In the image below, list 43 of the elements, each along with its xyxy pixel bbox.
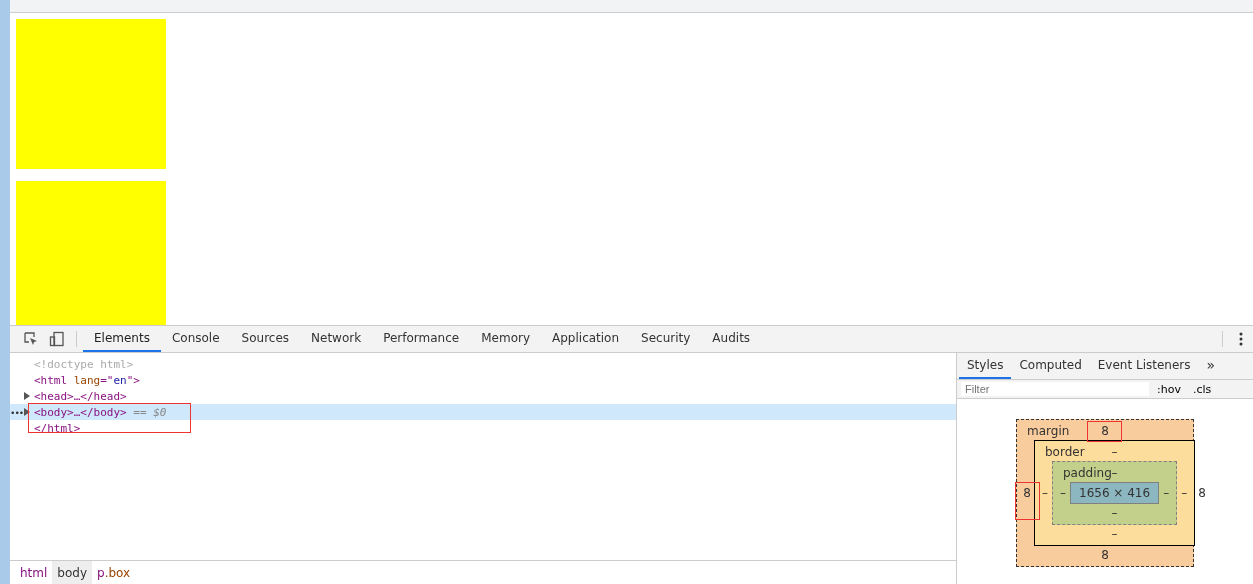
breadcrumb[interactable]: body xyxy=(52,561,93,584)
box-value: 8 xyxy=(1022,486,1032,500)
highlight-box xyxy=(1015,482,1040,520)
filter-field[interactable]: Filter xyxy=(961,382,1149,396)
box-label: border xyxy=(1045,445,1085,459)
box-value: – xyxy=(1180,486,1189,500)
dom-line[interactable]: </html> xyxy=(10,420,956,436)
devtools-tab[interactable]: Audits xyxy=(701,326,762,352)
devtools-tab[interactable]: Application xyxy=(541,326,631,352)
devtools-tab[interactable]: Network xyxy=(300,326,373,352)
box-value: – xyxy=(1111,466,1118,480)
devtools-tab[interactable]: Sources xyxy=(230,326,301,352)
content-box: 1656 × 416 xyxy=(1070,482,1160,504)
breadcrumb[interactable]: p.box xyxy=(92,561,136,584)
box-value: 8 xyxy=(1101,548,1109,562)
panel-tab[interactable]: Computed xyxy=(1011,353,1090,379)
highlight-box xyxy=(1087,421,1122,442)
devtools-tab[interactable]: Elements xyxy=(83,326,161,352)
ellipsis-menu[interactable]: ••• xyxy=(10,407,24,418)
filter-toggle[interactable]: .cls xyxy=(1188,382,1216,396)
devtools-tab[interactable]: Memory xyxy=(470,326,541,352)
devtools-tab[interactable]: Console xyxy=(160,326,231,352)
box-value: – xyxy=(1111,445,1118,459)
devtools-tab[interactable]: Security xyxy=(630,326,702,352)
box-value: 8 xyxy=(1101,424,1109,438)
inspect-icon[interactable] xyxy=(23,331,39,347)
box-value: 8 xyxy=(1197,486,1207,500)
breadcrumb[interactable]: html xyxy=(15,561,53,584)
box-value: – xyxy=(1111,506,1118,520)
more-options-icon[interactable] xyxy=(1239,332,1243,346)
box-value: – xyxy=(1041,486,1049,500)
devtools-tab[interactable]: Performance xyxy=(372,326,471,352)
filter-toggle[interactable]: :hov xyxy=(1153,382,1185,396)
box-value: – xyxy=(1059,486,1067,500)
box-label: margin xyxy=(1027,424,1070,438)
dom-line[interactable]: <head>…</head> xyxy=(10,388,956,404)
box-value: – xyxy=(1162,486,1171,500)
device-icon[interactable] xyxy=(49,331,65,347)
dom-line[interactable]: <html lang="en"> xyxy=(10,372,956,388)
more-tabs-button[interactable]: » xyxy=(1198,353,1224,379)
panel-tab[interactable]: Event Listeners xyxy=(1089,353,1199,379)
box-value: – xyxy=(1111,527,1118,541)
box-label: padding xyxy=(1063,466,1112,480)
